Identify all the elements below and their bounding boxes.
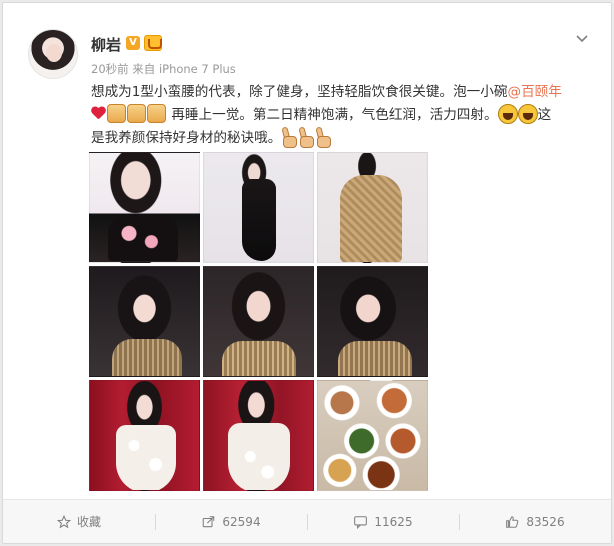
photo-thumbnail[interactable] — [89, 380, 200, 491]
photo-thumbnail[interactable] — [203, 152, 314, 263]
verified-badge-icon: V — [126, 36, 140, 50]
photo-thumbnail[interactable] — [203, 266, 314, 377]
photo-grid — [89, 152, 429, 492]
comment-count: 11625 — [374, 514, 413, 529]
favorite-button[interactable]: 收藏 — [3, 500, 155, 543]
star-icon — [56, 514, 71, 528]
repost-button[interactable]: 62594 — [155, 500, 307, 543]
heart-emoji-icon — [91, 107, 106, 120]
weibo-post-card: 柳岩 V 20秒前 来自 iPhone 7 Plus 想成为1型小蛮腰的代表，除… — [2, 2, 612, 544]
laugh-emoji-icon — [497, 103, 518, 124]
like-count: 83526 — [526, 514, 565, 529]
post-meta[interactable]: 20秒前 来自 iPhone 7 Plus — [91, 61, 236, 77]
post-text-part: 再睡上一觉。第二日精神饱满，气色红润，活力四射。 — [171, 107, 498, 123]
comment-button[interactable]: 11625 — [307, 500, 459, 543]
comment-icon — [354, 515, 368, 529]
chevron-down-icon[interactable] — [575, 31, 589, 45]
author-name[interactable]: 柳岩 — [91, 34, 121, 55]
post-text-line-3: 是我养颜保持好身材的秘诀哦。 — [91, 127, 591, 150]
post-text-line-1: 想成为1型小蛮腰的代表，除了健身，坚持轻脂饮食很关键。泡一小碗@百颐年 — [91, 81, 591, 104]
peace-emoji-icon — [298, 127, 315, 148]
photo-thumbnail[interactable] — [89, 152, 200, 263]
photo-thumbnail[interactable] — [89, 266, 200, 377]
like-button[interactable]: 83526 — [459, 500, 611, 543]
post-text-part: 是我养颜保持好身材的秘诀哦。 — [91, 130, 282, 146]
member-badge-icon[interactable] — [144, 35, 162, 51]
laugh-emoji-icon — [517, 103, 538, 124]
post-text-line-2: 再睡上一觉。第二日精神饱满，气色红润，活力四射。 这 — [91, 103, 591, 127]
post-actions-bar: 收藏 62594 11625 83526 — [3, 499, 611, 543]
favorite-label: 收藏 — [76, 515, 101, 529]
post-text-part: 这 — [537, 107, 552, 123]
avatar[interactable] — [28, 29, 78, 79]
photo-thumbnail[interactable] — [317, 266, 428, 377]
share-icon — [203, 515, 215, 527]
photo-thumbnail[interactable] — [317, 152, 428, 263]
photo-thumbnail[interactable] — [317, 380, 428, 491]
thumbs-up-emoji-icon — [147, 104, 166, 123]
repost-count: 62594 — [222, 514, 261, 529]
thumbs-up-emoji-icon — [107, 104, 126, 123]
peace-emoji-icon — [315, 127, 332, 148]
post-text-part: 想成为1型小蛮腰的代表，除了健身，坚持轻脂饮食很关键。泡一小碗 — [91, 84, 508, 100]
peace-emoji-icon — [281, 127, 298, 148]
photo-thumbnail[interactable] — [203, 380, 314, 491]
mention-link[interactable]: @百颐年 — [507, 84, 561, 100]
thumbs-up-icon — [506, 515, 519, 528]
thumbs-up-emoji-icon — [127, 104, 146, 123]
post-text: 想成为1型小蛮腰的代表，除了健身，坚持轻脂饮食很关键。泡一小碗@百颐年 再睡上一… — [91, 81, 591, 150]
